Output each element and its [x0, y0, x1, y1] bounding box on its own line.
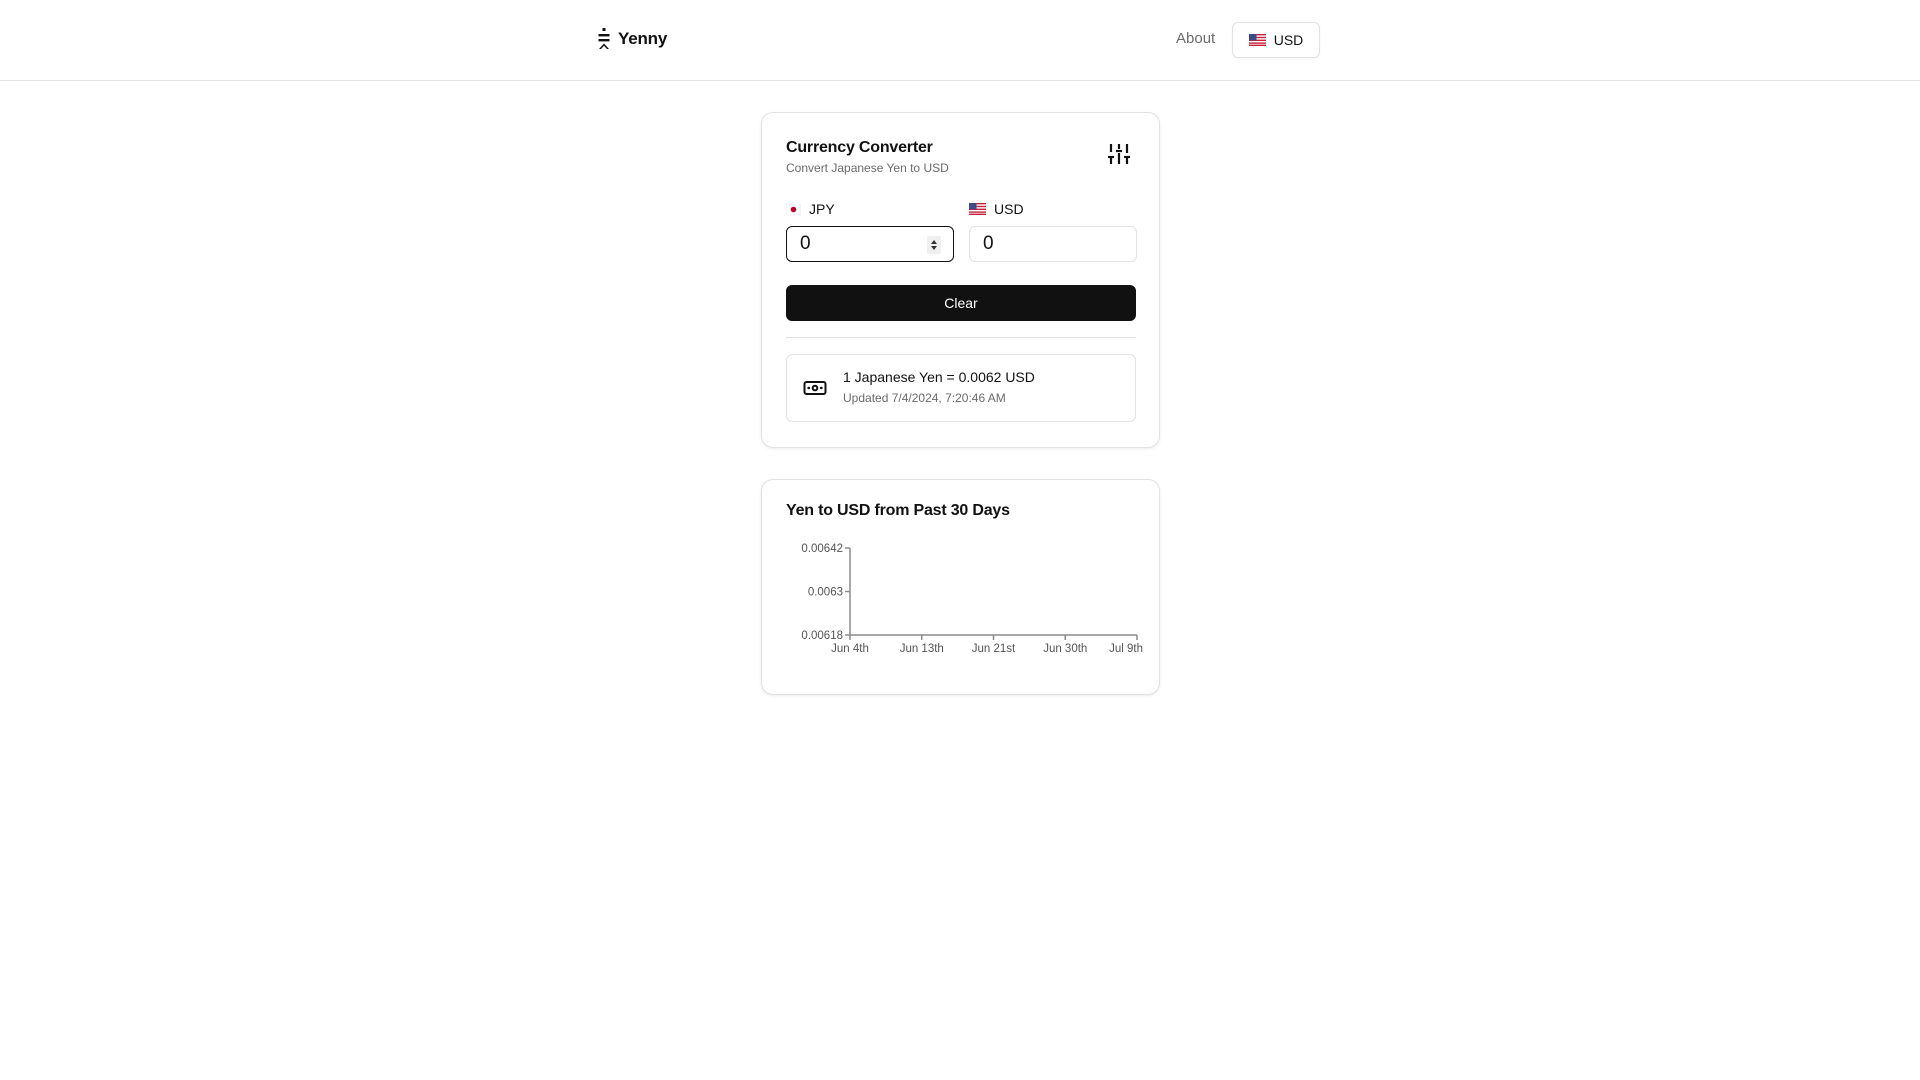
y-tick-label: 0.0063 — [808, 587, 843, 599]
us-flag-icon — [1248, 34, 1266, 46]
logo-icon — [598, 28, 610, 49]
us-flag-icon — [969, 203, 986, 215]
exchange-rate-text: 1 Japanese Yen = 0.0062 USD — [843, 369, 1035, 385]
last-updated-text: Updated 7/4/2024, 7:20:46 AM — [843, 391, 1006, 405]
stepper-down-icon[interactable] — [931, 246, 937, 250]
sliders-icon — [1108, 144, 1130, 164]
y-tick-label: 0.00642 — [801, 543, 843, 555]
jpy-label: JPY — [786, 201, 835, 217]
rate-history-chart: 0.00618 0.0063 0.00642 Jun 4th Jun 13th Jun 2… — [801, 543, 1143, 655]
currency-select-label: USD — [1273, 32, 1304, 48]
divider — [786, 337, 1136, 338]
currency-select-button[interactable]: USD — [1232, 22, 1320, 58]
x-tick-label: Jun 4th — [831, 643, 869, 655]
app-name: Yenny — [618, 29, 668, 48]
nav-link-about[interactable]: About — [1176, 30, 1215, 47]
settings-button[interactable] — [1104, 139, 1134, 169]
x-tick-label: Jun 30th — [1043, 643, 1087, 655]
x-tick-label: Jul 9th — [1109, 643, 1143, 655]
rate-history-card: Yen to USD from Past 30 Days 0.00618 0.00… — [761, 479, 1160, 695]
top-nav-bar: Yenny About USD — [0, 0, 1920, 81]
usd-amount-field — [969, 226, 1137, 262]
exchange-rate-info: 1 Japanese Yen = 0.0062 USD Updated 7/4/… — [786, 354, 1136, 422]
usd-amount-input[interactable] — [970, 228, 1100, 260]
card-subtitle: Convert Japanese Yen to USD — [786, 161, 949, 175]
jpy-amount-input[interactable] — [787, 228, 917, 260]
banknote-icon — [803, 381, 827, 395]
usd-label-text: USD — [994, 201, 1024, 217]
jpy-label-text: JPY — [809, 201, 835, 217]
stepper-up-icon[interactable] — [931, 240, 937, 244]
x-tick-label: Jun 13th — [900, 643, 944, 655]
jpy-amount-field — [786, 226, 954, 262]
currency-converter-card: Currency Converter Convert Japanese Yen … — [761, 112, 1160, 448]
card-title: Currency Converter — [786, 139, 933, 156]
x-tick-label: Jun 21st — [972, 643, 1016, 655]
number-stepper[interactable] — [927, 236, 941, 254]
jp-flag-icon — [786, 203, 801, 215]
y-tick-label: 0.00618 — [801, 630, 843, 642]
usd-label: USD — [969, 201, 1024, 217]
app-logo[interactable]: Yenny — [598, 28, 667, 50]
clear-button[interactable]: Clear — [786, 285, 1136, 321]
